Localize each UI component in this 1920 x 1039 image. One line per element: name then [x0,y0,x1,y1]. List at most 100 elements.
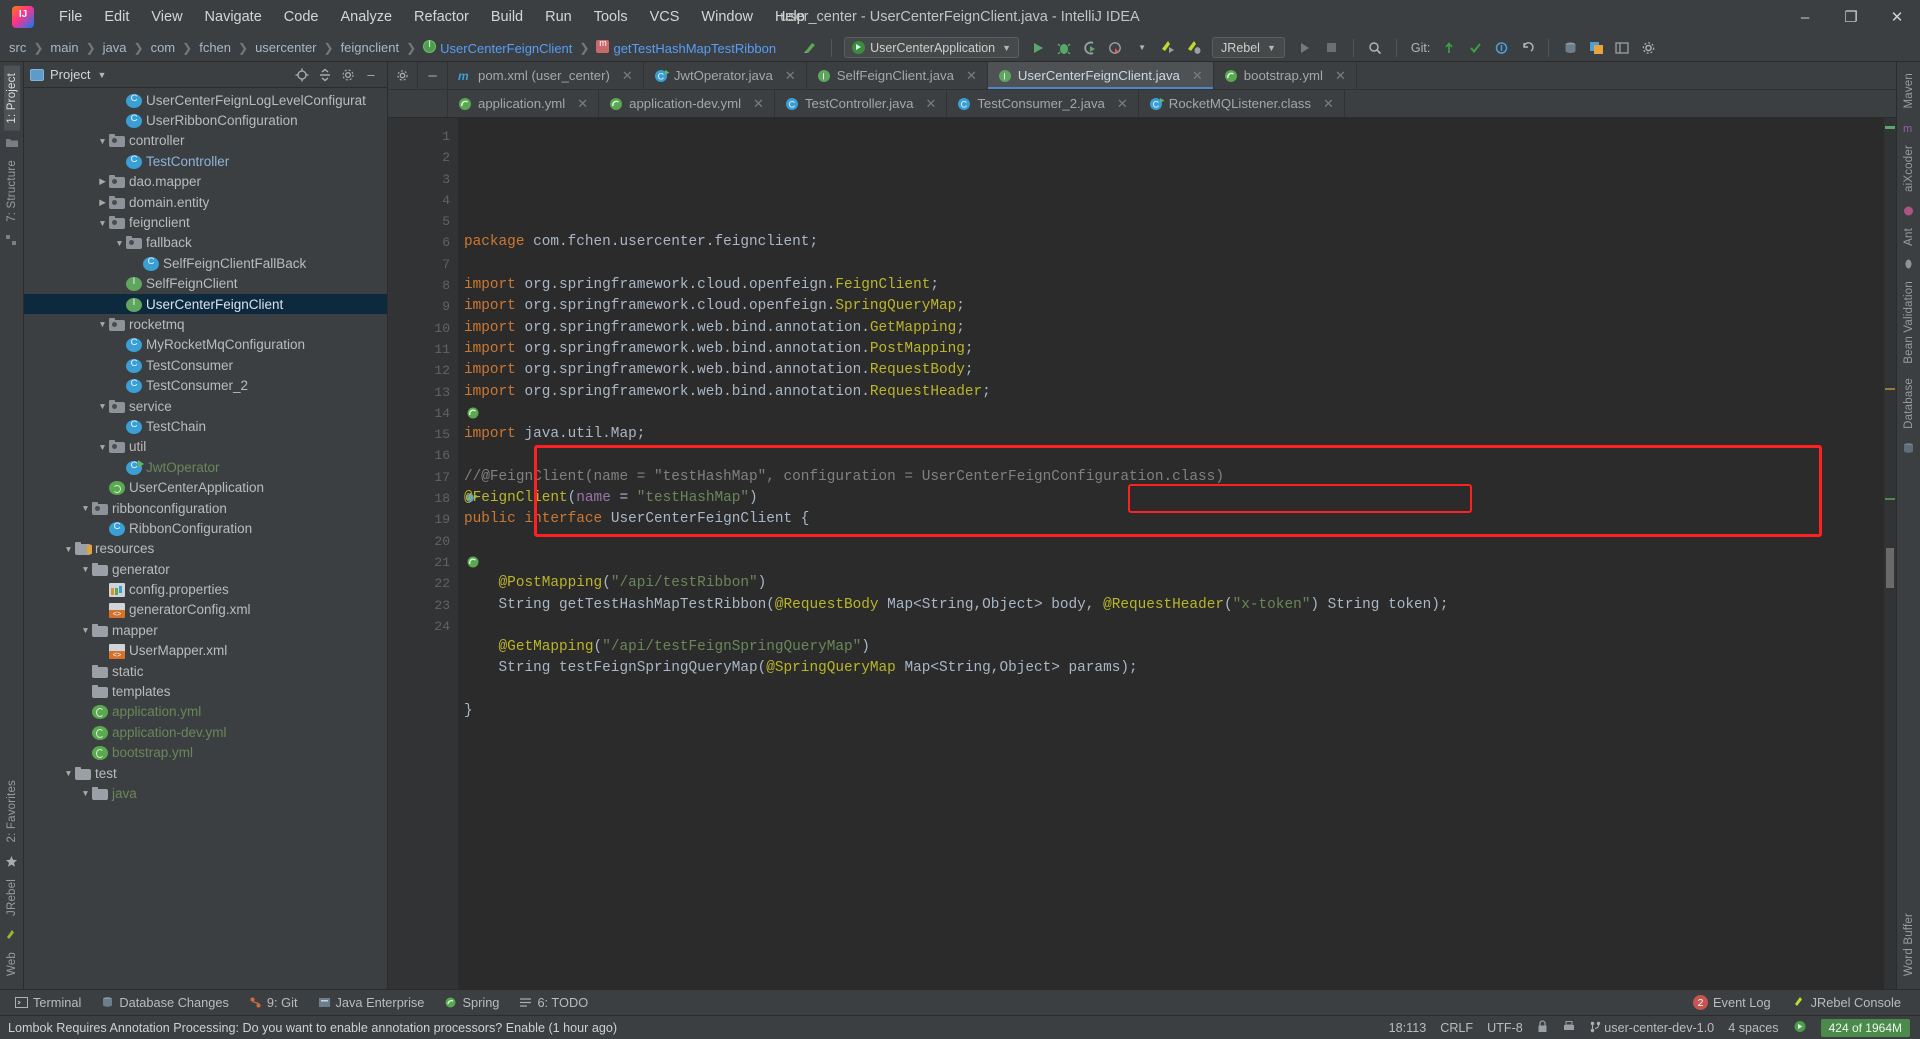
breadcrumb-item-usercenterfeignclient[interactable]: UserCenterFeignClient [420,39,575,57]
tool-database-changes[interactable]: Database Changes [92,992,238,1013]
menu-edit[interactable]: Edit [93,5,140,29]
tree-node-bootstrap-yml[interactable]: ▶ bootstrap.yml [24,743,387,763]
breadcrumb-item-gettesthashmaptestribbon[interactable]: getTestHashMapTestRibbon [593,38,779,57]
tree-node-selffeignclientfallback[interactable]: ▶ SelfFeignClientFallBack [24,253,387,273]
tree-node-usercenterfeignclient[interactable]: ▶ UserCenterFeignClient [24,293,387,315]
editor-tab-bootstrap-yml[interactable]: bootstrap.yml ✕ [1213,62,1357,89]
close-tab-icon[interactable]: ✕ [577,96,588,112]
lock-icon[interactable] [1537,1019,1548,1036]
sidebar-item-word-buffer[interactable]: Word Buffer [1901,906,1917,983]
editor-tab-row-1[interactable]: – m pom.xml (user_center) ✕ C JwtOperator.jav… [388,62,1896,90]
menu-vcs[interactable]: VCS [639,5,691,29]
git-commit-icon[interactable] [1462,37,1488,59]
tree-node-usercenterapplication[interactable]: ▶ UserCenterApplication [24,477,387,497]
jrebel-run-button[interactable] [1155,37,1181,59]
menu-run[interactable]: Run [534,5,583,29]
tree-node-ribbonconfiguration[interactable]: ▶ RibbonConfiguration [24,518,387,538]
tree-node-userribbonconfiguration[interactable]: ▶ UserRibbonConfiguration [24,110,387,130]
tree-node-testchain[interactable]: ▶ TestChain [24,416,387,436]
tree-node-testcontroller[interactable]: ▶ TestController [24,151,387,171]
close-tab-icon[interactable]: ✕ [1192,68,1203,84]
breadcrumb-item-main[interactable]: main [47,39,81,56]
caret-position[interactable]: 18:113 [1389,1021,1427,1035]
breadcrumb-item-usercenter[interactable]: usercenter [252,39,319,56]
tree-node-testconsumer[interactable]: ▶ TestConsumer [24,355,387,375]
close-tab-icon[interactable]: ✕ [1117,96,1128,112]
tree-node-generatorconfig-xml[interactable]: ▶ generatorConfig.xml [24,600,387,620]
close-tab-icon[interactable]: ✕ [753,96,764,112]
stop-button[interactable] [1319,37,1345,59]
run-with-coverage-button[interactable] [1077,37,1103,59]
tree-node-feignclient[interactable]: ▼ feignclient [24,212,387,232]
sidebar-item-project[interactable]: 1: Project [3,66,20,131]
close-tab-icon[interactable]: ✕ [925,96,936,112]
tool-java-enterprise[interactable]: Java Enterprise [309,992,434,1013]
print-icon[interactable] [1562,1020,1576,1036]
menu-analyze[interactable]: Analyze [329,5,403,29]
tree-node-fallback[interactable]: ▼ fallback [24,233,387,253]
editor-tab-testcontroller-java[interactable]: C TestController.java ✕ [774,90,948,117]
memory-indicator-icon[interactable] [1793,1020,1807,1036]
tree-node-myrocketmqconfiguration[interactable]: ▶ MyRocketMqConfiguration [24,335,387,355]
hide-editor-button[interactable]: – [418,62,448,89]
settings-icon[interactable] [1635,37,1661,59]
editor-tab-row-2[interactable]: application.yml ✕ application-dev.yml ✕ C Tes… [388,90,1896,118]
tool-jrebel-console[interactable]: JRebel Console [1784,992,1910,1013]
tree-node-controller[interactable]: ▼ controller [24,131,387,151]
debug-button[interactable] [1051,37,1077,59]
menu-tools[interactable]: Tools [583,5,639,29]
editor-tab-rocketmqlistener-class[interactable]: C RocketMQListener.class ✕ [1138,90,1345,117]
tree-node-generator[interactable]: ▼ generator [24,559,387,579]
sidebar-item-bean-validation[interactable]: Bean Validation [1901,274,1917,371]
git-branch[interactable]: user-center-dev-1.0 [1590,1021,1714,1035]
tool-event-log[interactable]: 2 Event Log [1684,992,1780,1013]
code-editor[interactable]: 1 2 3 4 5 6 7 8 9 10 11 12 13 14 15 16 17 18 19 20 21 22 23 24 … [388,118,1896,989]
memory-indicator[interactable]: 424 of 1964M [1820,1018,1910,1037]
maximize-button[interactable]: ❐ [1828,0,1874,34]
tree-node-static[interactable]: ▶ static [24,661,387,681]
minimize-button[interactable]: – [1782,0,1828,34]
sidebar-item-jrebel[interactable]: JRebel [4,872,20,923]
tree-expand-arrow-icon[interactable]: ▼ [96,218,109,228]
menu-build[interactable]: Build [480,5,534,29]
breadcrumb-item-src[interactable]: src [6,39,29,56]
tree-node-ribbonconfiguration[interactable]: ▼ ribbonconfiguration [24,498,387,518]
tool-terminal[interactable]: Terminal [6,992,90,1013]
sidebar-item-web[interactable]: Web [4,945,20,983]
editor-tab-testconsumer-2-java[interactable]: C TestConsumer_2.java ✕ [947,90,1139,117]
tree-expand-arrow-icon[interactable]: ▶ [96,197,109,208]
tree-node-usercenterfeignloglevelconfigurat[interactable]: ▶ UserCenterFeignLogLevelConfigurat [24,90,387,110]
breadcrumb-item-feignclient[interactable]: feignclient [338,39,403,56]
close-tab-icon[interactable]: ✕ [785,68,796,84]
git-push-icon[interactable] [1488,37,1514,59]
tree-expand-arrow-icon[interactable]: ▶ [96,176,109,187]
sidebar-item-favorites[interactable]: 2: Favorites [4,773,20,849]
menu-refactor[interactable]: Refactor [403,5,480,29]
jrebel-debug-button[interactable] [1181,37,1207,59]
jrebel-selector[interactable]: JRebel ▼ [1212,37,1285,58]
tree-node-config-properties[interactable]: ▶ config.properties [24,579,387,599]
tree-node-usermapper-xml[interactable]: ▶ UserMapper.xml [24,641,387,661]
source-code[interactable]: package com.fchen.usercenter.feignclient… [458,118,1884,989]
sidebar-item-database[interactable]: Database [1901,371,1917,436]
hide-panel-button[interactable]: – [361,65,381,85]
close-tab-icon[interactable]: ✕ [1335,68,1346,84]
profiler-dropdown-icon[interactable]: ▼ [1129,37,1155,59]
menu-code[interactable]: Code [273,5,330,29]
database-icon[interactable] [1557,37,1583,59]
tree-node-util[interactable]: ▼ util [24,437,387,457]
close-tab-icon[interactable]: ✕ [1323,96,1334,112]
tree-node-service[interactable]: ▼ service [24,396,387,416]
tree-node-rocketmq[interactable]: ▼ rocketmq [24,314,387,334]
git-update-icon[interactable] [1436,37,1462,59]
breadcrumb-item-java[interactable]: java [100,39,130,56]
editor-marker-bar[interactable] [1884,118,1896,989]
tree-expand-arrow-icon[interactable]: ▼ [96,442,109,452]
tree-node-testconsumer-2[interactable]: ▶ TestConsumer_2 [24,375,387,395]
translate-icon[interactable] [1583,37,1609,59]
tool-spring[interactable]: Spring [435,992,508,1013]
menu-view[interactable]: View [140,5,193,29]
tree-node-resources[interactable]: ▼ resources [24,539,387,559]
tool-git[interactable]: 9: Git [240,992,307,1013]
sidebar-item-maven[interactable]: Maven [1901,66,1917,116]
